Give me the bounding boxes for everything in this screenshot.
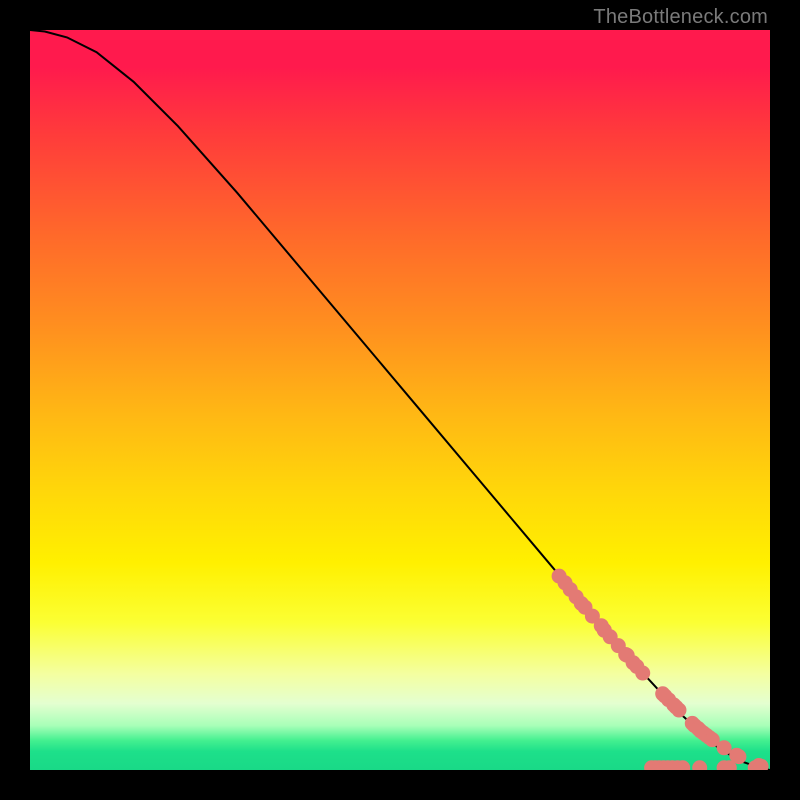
curve-marker (636, 666, 650, 680)
curve-marker (732, 750, 746, 764)
plot-area (30, 30, 770, 770)
baseline-marker (722, 761, 736, 770)
baseline-marker (693, 761, 707, 770)
marker-group (552, 569, 768, 770)
main-curve (30, 30, 770, 770)
chart-overlay-svg (30, 30, 770, 770)
attribution-text: TheBottleneck.com (593, 6, 768, 29)
curve-marker (717, 741, 731, 755)
baseline-marker (676, 761, 690, 770)
curve-marker (672, 703, 686, 717)
baseline-marker-group (645, 761, 767, 770)
curve-marker (705, 733, 719, 747)
chart-frame: TheBottleneck.com (0, 0, 800, 800)
baseline-marker (753, 761, 767, 770)
